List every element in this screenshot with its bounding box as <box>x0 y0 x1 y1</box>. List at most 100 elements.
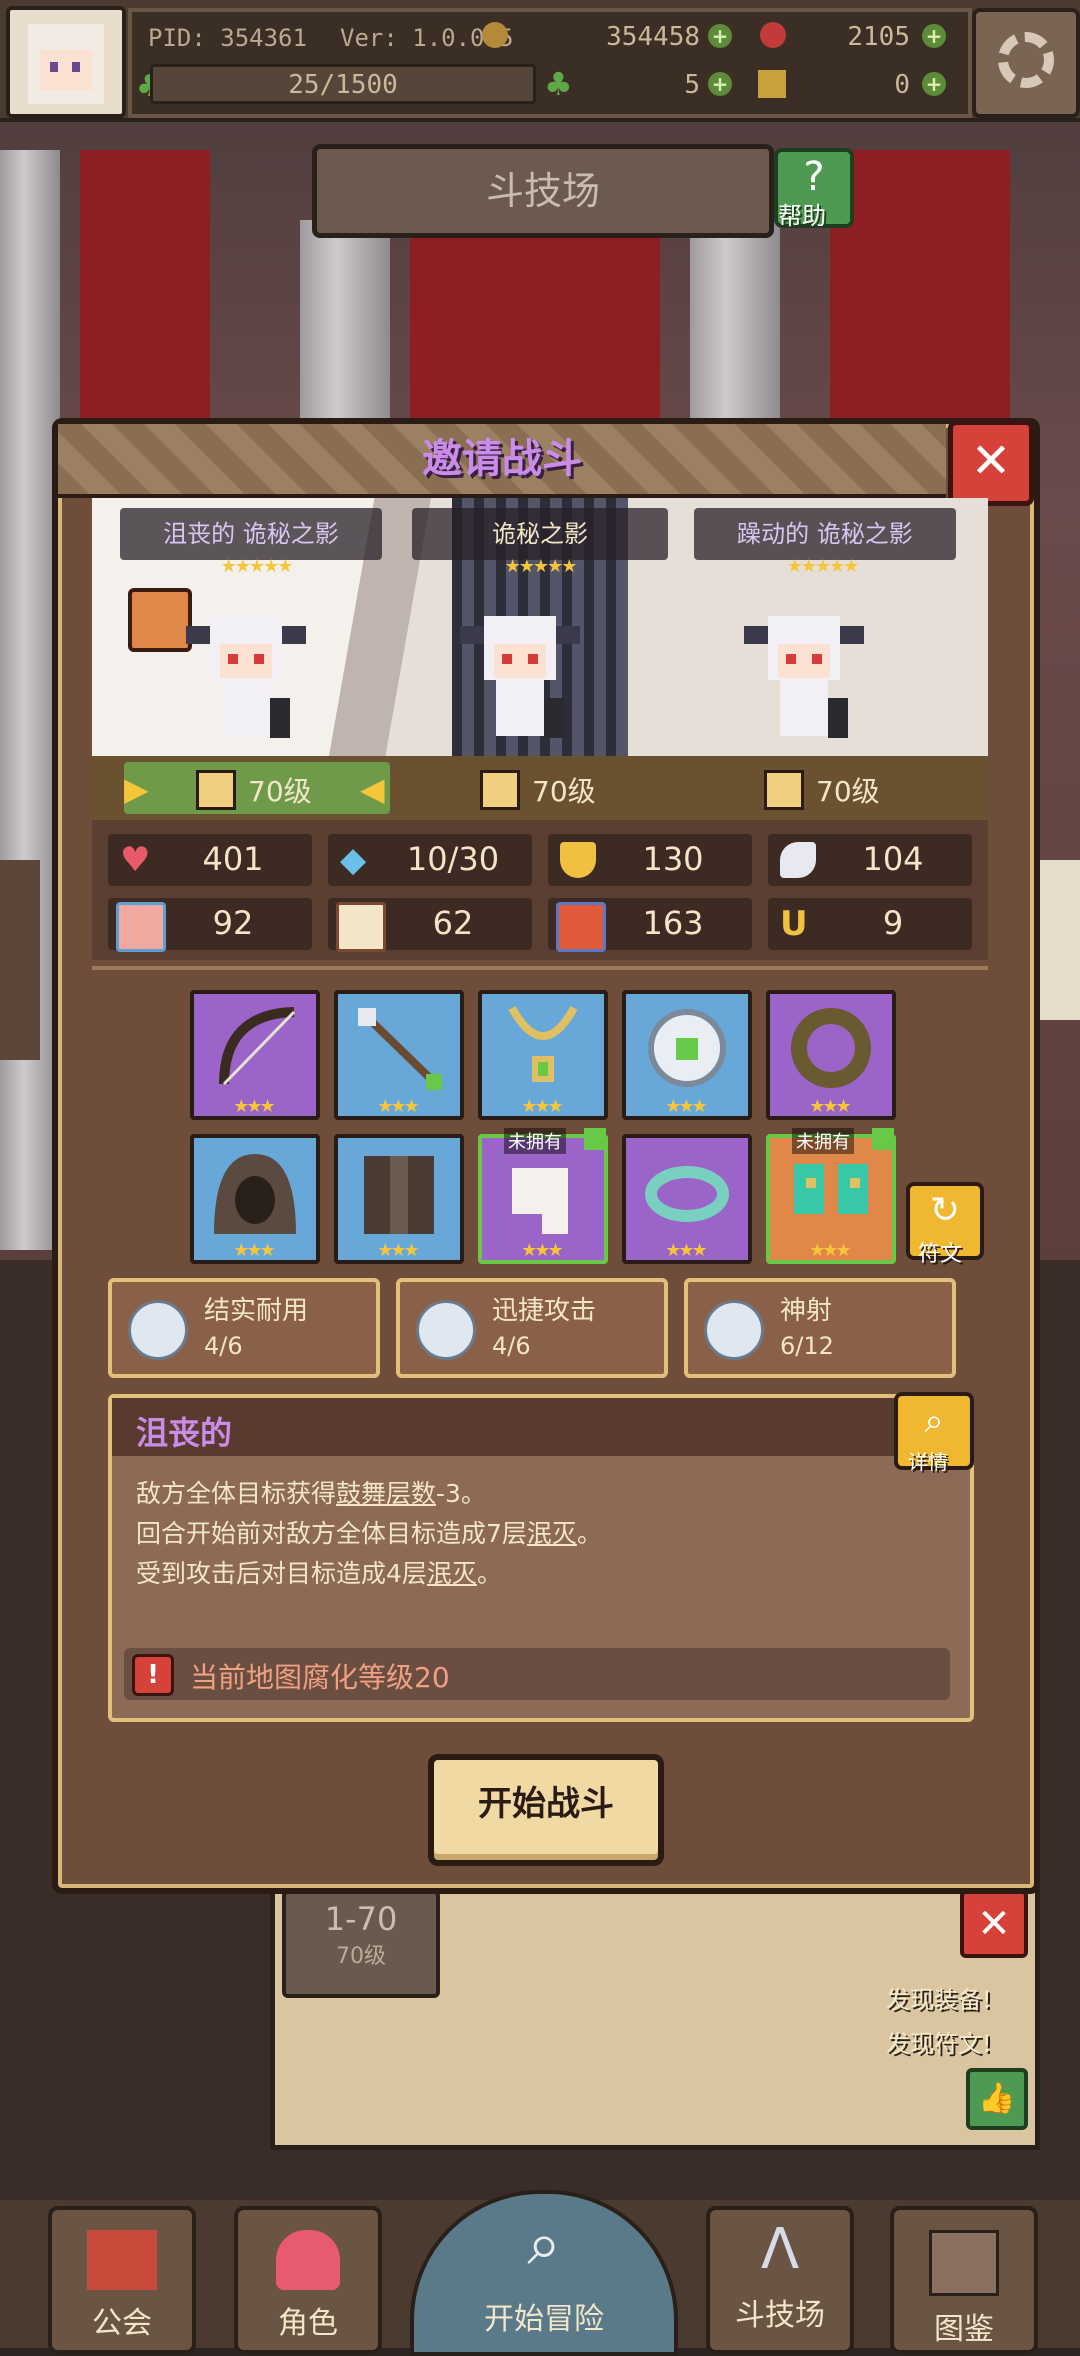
thumbs-up-icon[interactable]: 👍 <box>966 2068 1028 2130</box>
trait-text: 。 <box>476 1559 502 1588</box>
enemy-level-3: 70级 <box>816 775 880 808</box>
stat-mana: ◆ 10/30 <box>328 834 532 886</box>
chevron-left-icon: ◀ <box>360 770 385 808</box>
fist-icon <box>116 902 166 952</box>
enemy-sprite-1[interactable] <box>186 608 306 746</box>
stat-crit: 163 <box>548 898 752 952</box>
trait-text: 。 <box>576 1519 602 1548</box>
chevron-right-icon: ▶ <box>124 770 149 808</box>
settings-button[interactable] <box>972 8 1080 118</box>
nav-label: 开始冒险 <box>484 2302 604 2337</box>
corruption-text: 当前地图腐化等级20 <box>190 1661 450 1694</box>
flame-card-icon <box>556 902 606 952</box>
arrow-icon <box>358 1008 442 1090</box>
ring-icon <box>791 1008 871 1088</box>
arena-title: 斗技场 <box>485 169 600 213</box>
level-icon <box>196 770 236 810</box>
nav-character[interactable]: 角色 <box>234 2206 382 2354</box>
set-name: 迅捷攻击 <box>492 1296 597 1326</box>
set-bonus-2[interactable]: 迅捷攻击 4/6 <box>396 1278 668 1378</box>
enemy-sprite-3[interactable] <box>744 608 864 746</box>
nav-adventure[interactable]: ⌕ 开始冒险 <box>410 2190 678 2356</box>
nav-guild[interactable]: 公会 <box>48 2206 196 2354</box>
side-character <box>1040 860 1080 1020</box>
close-icon[interactable]: ✕ <box>960 1890 1028 1958</box>
stat-attack: 92 <box>108 898 312 952</box>
set-count: 4/6 <box>204 1332 243 1360</box>
add-gold-icon[interactable]: + <box>708 24 732 48</box>
stat-crit-value: 163 <box>642 904 704 942</box>
magnifier-icon: ⌕ <box>527 2209 561 2279</box>
enemy-stars-3: ★★★★★ <box>786 556 860 577</box>
refresh-icon: ↻ <box>929 1190 961 1231</box>
help-label: 帮助 <box>778 202 826 230</box>
stat-magic-value: 62 <box>432 904 474 942</box>
slot-stars: ★★★ <box>809 1096 851 1117</box>
thumbs-up-icon <box>584 1128 606 1150</box>
clover-amount: 5 <box>684 70 700 100</box>
key-amount: 0 <box>894 70 910 100</box>
not-owned-tag: 未拥有 <box>792 1128 854 1154</box>
stat-attack-value: 92 <box>212 904 254 942</box>
slot-stars: ★★★ <box>233 1240 275 1261</box>
magnifier-icon: ⌕ <box>924 1401 944 1441</box>
arena-title-plaque: 斗技场 <box>312 144 774 238</box>
nav-label: 公会 <box>92 2306 152 2341</box>
nav-label: 角色 <box>278 2306 338 2341</box>
trait-text: -3。 <box>436 1479 486 1508</box>
stat-speed-value: 104 <box>862 840 924 878</box>
start-battle-label: 开始战斗 <box>478 1784 614 1824</box>
shadow-girl-icon <box>744 616 864 738</box>
amulet-icon <box>648 1009 726 1087</box>
add-gem-icon[interactable]: + <box>922 24 946 48</box>
stat-hp: ♥ 401 <box>108 834 312 886</box>
dialog-title: 邀请战斗 <box>422 436 582 482</box>
bow-icon <box>219 1007 296 1086</box>
detail-label: 详情 <box>908 1450 948 1474</box>
add-key-icon[interactable]: + <box>922 72 946 96</box>
hood-icon <box>214 1154 296 1234</box>
stat-mana-value: 10/30 <box>406 840 500 878</box>
gem-amount: 2105 <box>847 22 910 52</box>
set-bonus-1[interactable]: 结实耐用 4/6 <box>108 1278 380 1378</box>
stage-badge: 1-70 70级 <box>282 1890 440 1998</box>
slot-stars: ★★★ <box>377 1240 419 1261</box>
avatar[interactable] <box>6 6 126 118</box>
gear-icon <box>998 32 1054 88</box>
player-id: PID: 354361 <box>148 24 307 52</box>
add-clover-icon[interactable]: + <box>708 72 732 96</box>
nav-codex[interactable]: 图鉴 <box>890 2206 1038 2354</box>
keyword-link[interactable]: 泯灭 <box>427 1559 477 1588</box>
gem-icon <box>760 22 786 48</box>
keyword-link[interactable]: 鼓舞层数 <box>336 1479 436 1508</box>
stat-speed: 104 <box>768 834 972 886</box>
set-count: 6/12 <box>780 1332 834 1360</box>
enemy-sprite-2[interactable] <box>460 608 580 746</box>
close-button[interactable]: ✕ <box>948 420 1034 506</box>
side-list <box>0 860 40 1060</box>
lock-icon[interactable] <box>128 588 192 652</box>
set-bonus-3[interactable]: 神射 6/12 <box>684 1278 956 1378</box>
start-battle-button[interactable]: 开始战斗 <box>428 1754 664 1866</box>
dialog-header: 邀请战斗 <box>58 424 946 498</box>
trait-header: 沮丧的 <box>112 1398 898 1456</box>
heart-icon: ♥ <box>120 840 151 880</box>
bracelet-icon <box>645 1166 729 1222</box>
water-drop-icon: ◆ <box>340 840 367 880</box>
enemy-stars-1: ★★★★★ <box>220 556 294 577</box>
stat-luck: U 9 <box>768 898 972 950</box>
slot-stars: ★★★ <box>809 1240 851 1261</box>
clover-currency-icon: ♣ <box>544 65 573 103</box>
level-icon <box>764 770 804 810</box>
nav-arena[interactable]: Λ 斗技场 <box>706 2206 854 2354</box>
set-name: 结实耐用 <box>204 1296 309 1326</box>
shield-icon <box>560 842 596 878</box>
slot-stars: ★★★ <box>233 1096 275 1117</box>
stat-defense-value: 130 <box>642 840 704 878</box>
slot-stars: ★★★ <box>665 1240 707 1261</box>
enemy-level-2: 70级 <box>532 775 596 808</box>
wing-icon <box>780 842 816 878</box>
keyword-link[interactable]: 泯灭 <box>527 1519 577 1548</box>
trait-line-3: 受到攻击后对目标造成4层泯灭。 <box>136 1554 936 1594</box>
trait-text: 受到攻击后对目标造成4层 <box>136 1559 427 1588</box>
